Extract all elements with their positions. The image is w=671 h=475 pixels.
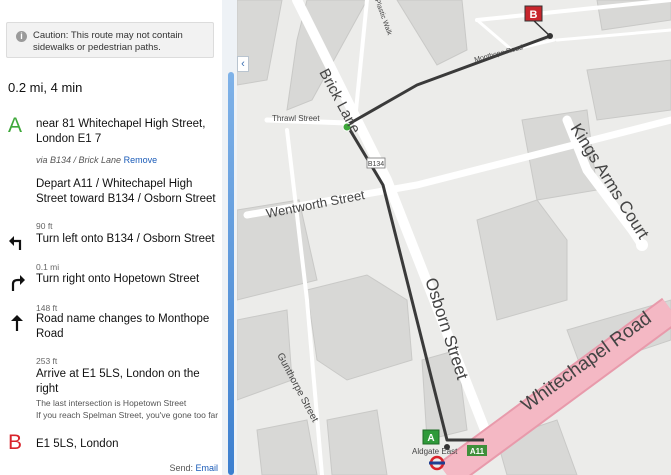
building-block	[306, 274, 413, 381]
step-5-instruction[interactable]: Arrive at E1 5LS, London on the right	[36, 367, 218, 397]
step-2-distance: 90 ft	[36, 221, 53, 231]
map-canvas[interactable]: B A Aldgate East B134 A11 Brick Lane Osb…	[237, 0, 671, 475]
building-block	[586, 59, 671, 121]
directions-panel: i Caution: This route may not contain si…	[0, 0, 223, 475]
building-block	[237, 0, 283, 86]
start-letter: A	[8, 114, 23, 137]
step-3-distance: 0.1 mi	[36, 262, 60, 272]
panel-scrollbar-thumb[interactable]	[228, 72, 234, 475]
station-label: Aldgate East	[412, 447, 458, 456]
collapse-panel-button[interactable]: ‹	[237, 56, 249, 72]
thrawl-street-label: Thrawl Street	[272, 114, 320, 123]
building-block	[396, 0, 468, 66]
step-3-instruction[interactable]: Turn right onto Hopetown Street	[36, 272, 218, 287]
building-block	[476, 199, 568, 321]
send-label: Send:	[169, 463, 193, 473]
info-icon: i	[16, 31, 27, 42]
wentworth-street-label: Wentworth Street	[265, 187, 367, 221]
send-row: Send: Email	[169, 463, 218, 473]
underground-icon	[429, 455, 445, 471]
email-link[interactable]: Email	[195, 463, 218, 473]
monthope-road-label: Monthope Road	[474, 44, 524, 64]
street	[555, 28, 671, 42]
end-point	[547, 33, 553, 39]
step-5-note-2: If you reach Spelman Street, you've gone…	[36, 410, 219, 420]
plastic-walk-label: Plastic Walk	[373, 0, 393, 37]
chevron-left-icon: ‹	[241, 58, 245, 70]
b134-label: B134	[368, 161, 384, 168]
map-view[interactable]: B A Aldgate East B134 A11 Brick Lane Osb…	[237, 0, 671, 475]
caution-text: Caution: This route may not contain side…	[33, 30, 183, 53]
start-marker-label: A	[427, 433, 434, 444]
via-line: via B134 / Brick Lane Remove	[36, 155, 157, 165]
start-address[interactable]: near 81 Whitechapel High Street, London …	[36, 117, 216, 147]
step-2-instruction[interactable]: Turn left onto B134 / Osborn Street	[36, 232, 218, 247]
turn-left-icon	[9, 236, 22, 250]
a11-label: A11	[470, 447, 485, 456]
step-5-distance: 253 ft	[36, 356, 58, 366]
step-1-instruction[interactable]: Depart A11 / Whitechapel High Street tow…	[36, 177, 218, 207]
building-block	[256, 419, 318, 475]
turn-right-icon	[11, 275, 25, 291]
end-marker-label: B	[530, 9, 538, 21]
end-address[interactable]: E1 5LS, London	[36, 437, 216, 452]
end-letter: B	[8, 431, 23, 454]
route-summary: 0.2 mi, 4 min	[8, 80, 83, 95]
straight-arrow-icon	[11, 315, 23, 331]
remove-via-link[interactable]: Remove	[124, 155, 158, 165]
step-5-note-1: The last intersection is Hopetown Street	[36, 398, 187, 408]
building-block	[326, 409, 388, 475]
step-4-instruction[interactable]: Road name changes to Monthope Road	[36, 312, 218, 342]
caution-box: i Caution: This route may not contain si…	[6, 22, 214, 58]
via-text: via B134 / Brick Lane	[36, 155, 122, 165]
